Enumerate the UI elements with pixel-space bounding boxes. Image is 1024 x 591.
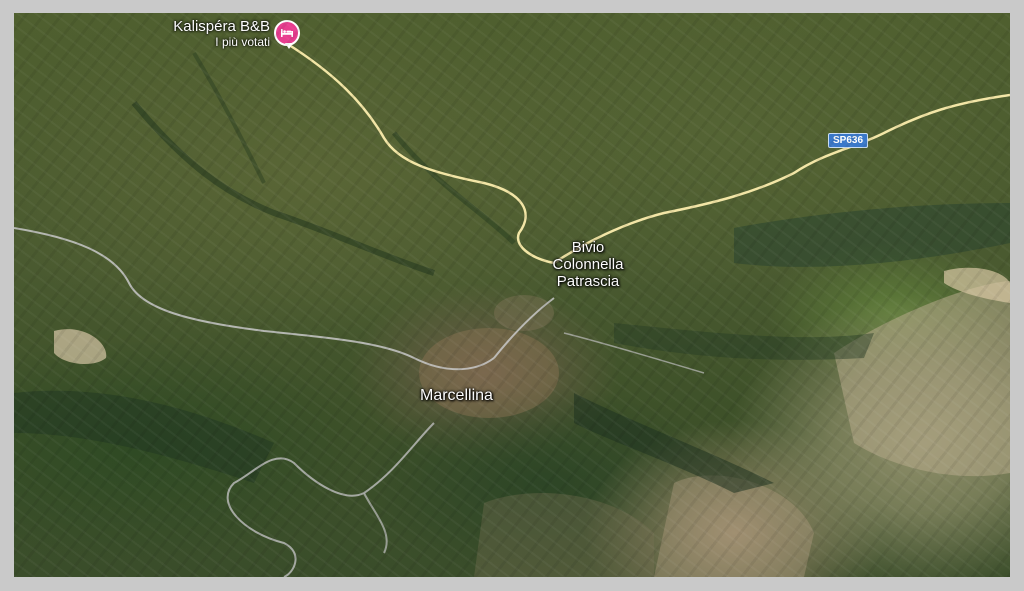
terrain-layer <box>14 41 1010 577</box>
place-label-line: Patrascia <box>556 273 620 290</box>
place-label-bivio-colonnella-patrascia[interactable]: Bivio Colonnella Patrascia <box>526 239 650 290</box>
place-label-line: Colonnella <box>552 256 624 273</box>
poi-subtitle: I più votati <box>215 35 270 49</box>
bed-icon <box>281 29 293 37</box>
hotel-pin[interactable] <box>274 20 300 49</box>
place-label-marcellina[interactable]: Marcellina <box>420 387 493 404</box>
place-label-line: Bivio <box>571 239 605 256</box>
poi-label[interactable]: Kalispéra B&B I più votati <box>150 18 270 49</box>
road-shield-sp636: SP636 <box>828 133 869 148</box>
poi-name[interactable]: Kalispéra B&B <box>150 18 270 35</box>
satellite-map[interactable]: Kalispéra B&B I più votati SP636 Bivio C… <box>14 13 1010 577</box>
